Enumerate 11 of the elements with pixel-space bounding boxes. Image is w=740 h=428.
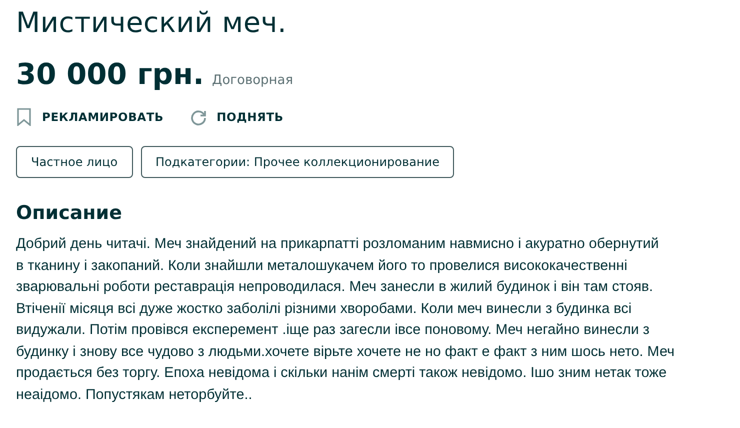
section-heading: Описание — [16, 201, 124, 226]
tag-chip[interactable]: Подкатегории: Прочее коллекционирование — [140, 146, 454, 178]
price-note: Договорная — [212, 73, 294, 88]
tag-chip[interactable]: Частное лицо — [16, 146, 133, 178]
price: 30 000 грн. — [16, 56, 204, 92]
action-link[interactable]: РЕКЛАМИРОВАТЬ — [16, 108, 164, 126]
refresh-icon — [190, 108, 207, 126]
bookmark-icon — [16, 108, 32, 126]
description-text: Добрий день читачі. Меч знайдений на прикарпатті розломаним навмисно і акуратно обернутий в тканину і закопаний. Коли знайшли металошукачем його то провелися висококачественні зварювальні роботи реставрація непроводилася. Меч занесли в жилий будинок і він там стояв. Втіченії місяця всі дуже жостко заболілі різними хворобами. Коли меч винесли з будинка всі видужали. Потім провівся експеремент .іще раз загесли івсе поновому. Меч негайно винесли з будинку і знову все чудово з людьми.хочете вірьте хочете не но факт е факт з ним шось нето. Меч продається без торгу. Епоха невідома і скільки нанім смерті також невідомо. Ішо зним нетак тоже неаідомо. Попустякам неторбуйте.. — [16, 235, 676, 404]
ad-title: Мистический меч. — [16, 5, 288, 41]
action-link[interactable]: ПОДНЯТЬ — [190, 108, 284, 126]
